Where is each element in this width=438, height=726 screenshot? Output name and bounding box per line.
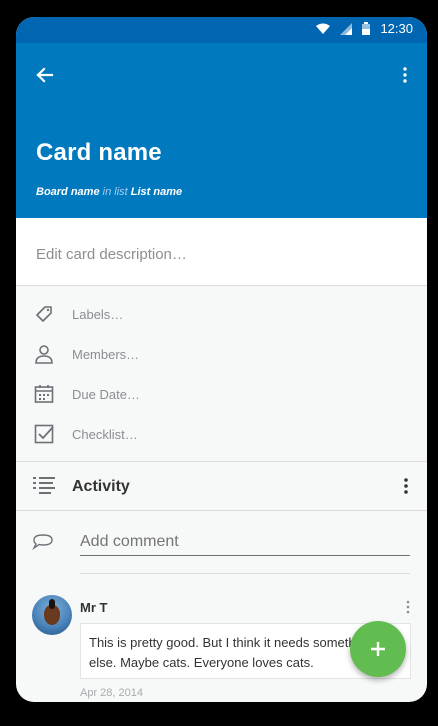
in-list-text: in list <box>102 186 128 198</box>
device-frame: 12:30 Card name Board name in list List … <box>16 17 427 702</box>
comment-author[interactable]: Mr T <box>80 600 107 615</box>
avatar[interactable] <box>32 595 72 635</box>
comment-divider <box>80 573 410 574</box>
due-date-row[interactable]: Due Date… <box>16 374 427 414</box>
list-name[interactable]: List name <box>131 186 182 198</box>
members-label: Members… <box>72 346 140 362</box>
status-time: 12:30 <box>380 21 413 36</box>
card-title[interactable]: Card name <box>36 139 162 167</box>
comment-date: Apr 28, 2014 <box>80 687 143 699</box>
description-field[interactable]: Edit card description… <box>16 218 427 286</box>
checklist-row[interactable]: Checklist… <box>16 414 427 454</box>
status-icons: 12:30 <box>316 21 413 36</box>
checkbox-icon <box>34 424 54 444</box>
activity-header: Activity <box>16 461 427 511</box>
card-fields: Labels… Members… Due Date… Checklist… <box>16 286 427 461</box>
labels-label: Labels… <box>72 306 124 322</box>
back-arrow-icon[interactable] <box>30 61 58 89</box>
person-icon <box>35 345 53 364</box>
list-icon <box>33 477 55 494</box>
app-bar: Card name Board name in list List name <box>16 43 427 218</box>
comment-input[interactable] <box>80 531 410 556</box>
plus-icon <box>371 642 385 656</box>
card-location: Board name in list List name <box>36 186 182 198</box>
status-bar: 12:30 <box>16 17 427 43</box>
comment-icon <box>32 534 53 551</box>
add-comment-row <box>16 511 427 571</box>
activity-more-icon[interactable] <box>401 476 411 496</box>
due-date-label: Due Date… <box>72 386 140 402</box>
activity-title: Activity <box>72 478 130 495</box>
avatar-hair <box>49 599 55 609</box>
overflow-menu-icon[interactable] <box>395 63 415 87</box>
checklist-label: Checklist… <box>72 426 138 442</box>
labels-row[interactable]: Labels… <box>16 294 427 334</box>
wifi-icon <box>316 23 331 34</box>
calendar-icon <box>34 385 54 403</box>
label-icon <box>36 306 52 322</box>
battery-icon <box>362 22 371 35</box>
signal-icon <box>340 22 353 35</box>
add-fab-button[interactable] <box>350 621 406 677</box>
comment-more-icon[interactable] <box>405 599 411 615</box>
members-row[interactable]: Members… <box>16 334 427 374</box>
board-name[interactable]: Board name <box>36 186 100 198</box>
description-placeholder: Edit card description… <box>36 246 187 263</box>
